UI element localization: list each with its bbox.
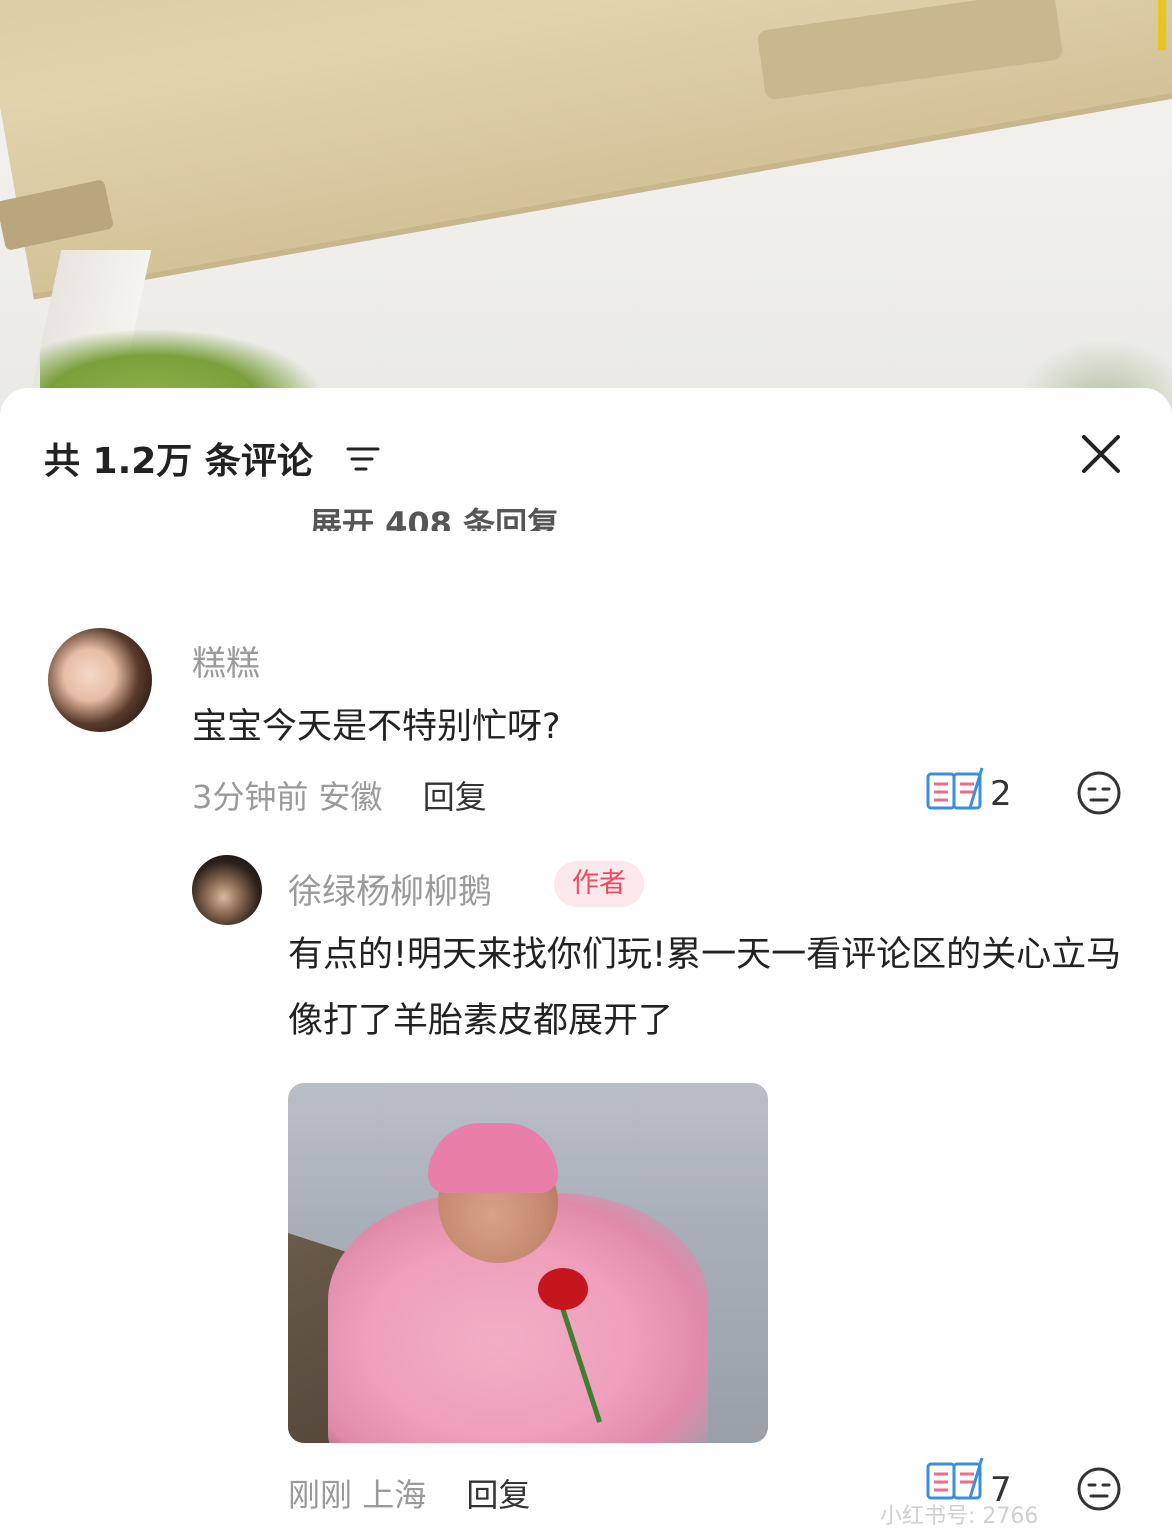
- avatar[interactable]: [192, 855, 262, 925]
- close-icon[interactable]: [1080, 433, 1122, 475]
- author-badge: 作者: [554, 861, 644, 907]
- comment-sheet: 共 1.2万 条评论 展开 408 条回复 糕糕 宝宝今天是不特别忙呀? 3分钟…: [0, 388, 1172, 1540]
- reply-button[interactable]: 回复: [466, 1476, 530, 1514]
- notebook-like-icon[interactable]: [926, 764, 984, 816]
- watermark: 小红书号: 2766: [880, 1504, 1039, 1529]
- comment-username[interactable]: 糕糕: [192, 636, 260, 685]
- sort-icon[interactable]: [346, 446, 380, 472]
- pink-suit-meme-image[interactable]: [288, 1083, 768, 1443]
- reply-time: 刚刚: [288, 1476, 353, 1514]
- sheet-header: 共 1.2万 条评论: [0, 388, 1172, 518]
- comment-time: 3分钟前: [192, 778, 309, 816]
- emoji-face-icon[interactable]: [1076, 770, 1122, 816]
- emoji-face-icon[interactable]: [1076, 1466, 1122, 1512]
- reply-username[interactable]: 徐绿杨柳柳鹅: [288, 864, 492, 913]
- expand-replies-link[interactable]: 展开 408 条回复: [310, 493, 559, 531]
- handle-mark: [1158, 0, 1166, 50]
- comment-location: 安徽: [318, 778, 383, 816]
- reply-location: 上海: [362, 1476, 427, 1514]
- like-count: 2: [990, 774, 1012, 814]
- comment-text: 宝宝今天是不特别忙呀?: [192, 707, 561, 747]
- image-detail: [428, 1123, 558, 1193]
- comment-count: 共 1.2万 条评论: [44, 441, 313, 482]
- comment-meta: 3分钟前 安徽 回复: [192, 772, 487, 818]
- image-detail: [538, 1268, 588, 1310]
- video-background: [0, 0, 1172, 440]
- reply-button[interactable]: 回复: [423, 778, 487, 816]
- avatar[interactable]: [48, 628, 152, 732]
- reply-text: 有点的!明天来找你们玩!累一天一看评论区的关心立马像打了羊胎素皮都展开了: [288, 935, 1122, 1041]
- reply-meta: 刚刚 上海 回复: [288, 1470, 530, 1516]
